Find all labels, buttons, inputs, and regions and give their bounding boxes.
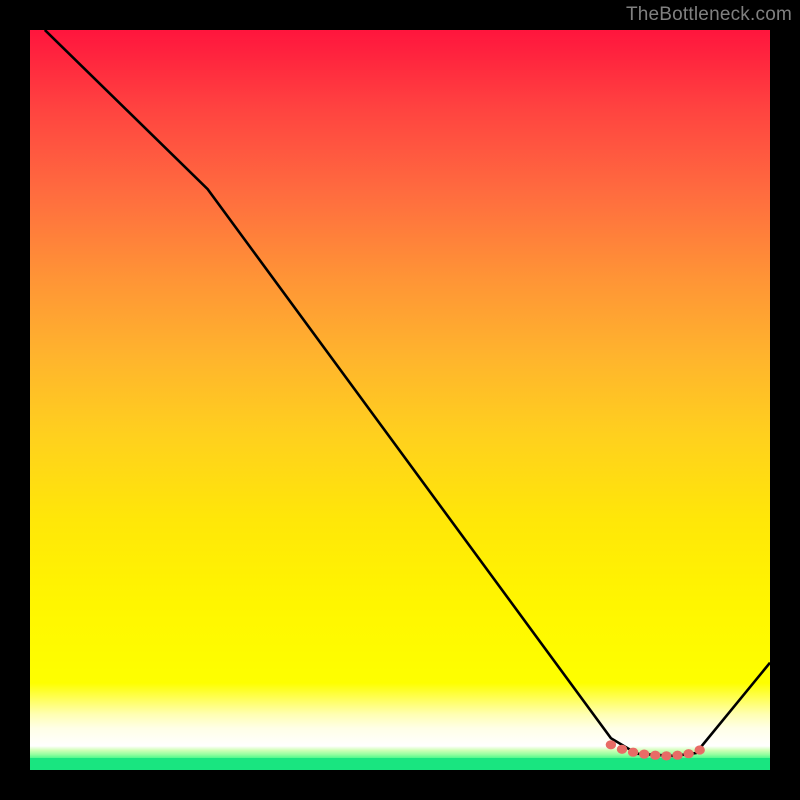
plot-area [30, 30, 770, 770]
curve-svg [30, 30, 770, 770]
optimal-marker [695, 745, 705, 754]
optimal-marker [639, 750, 649, 759]
optimal-marker [672, 751, 682, 760]
optimal-marker [650, 751, 660, 760]
chart-container: TheBottleneck.com [0, 0, 800, 800]
attribution-label: TheBottleneck.com [626, 4, 792, 26]
optimal-marker [683, 749, 693, 758]
optimal-marker [606, 740, 616, 749]
optimal-marker [661, 751, 671, 760]
optimal-marker [628, 748, 638, 757]
optimal-marker [617, 745, 627, 754]
curve-line [45, 30, 770, 756]
